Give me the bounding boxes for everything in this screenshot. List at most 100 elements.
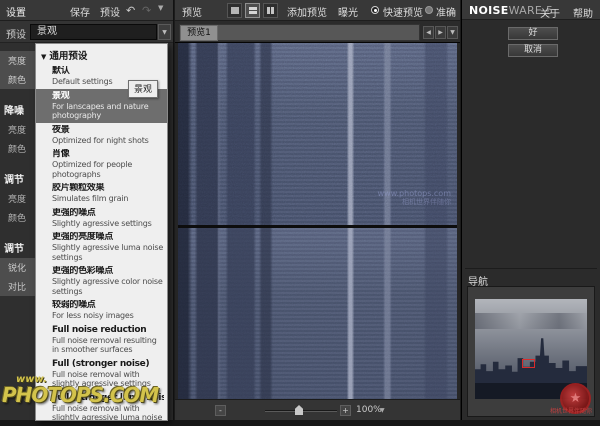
accurate-label[interactable]: 准确 [436,4,456,19]
preset-item[interactable]: 更强的亮度噪点Slightly agressive luma noise set… [36,230,167,264]
preset-item-title: 肖像 [52,149,164,160]
zoom-out-button[interactable]: - [215,405,226,416]
sidebar-slider-label: 亮度 [0,120,35,139]
preset-item-title: 较弱的噪点 [52,300,164,311]
quick-preview-label[interactable]: 快速预览 [383,4,423,19]
preset-item-title: 默认 [52,66,164,77]
help-button[interactable]: 帮助 [573,5,593,20]
photo-watermark: www.photops.com 相机世界伴随你 [378,189,451,207]
settings-title: 设置 [6,4,26,19]
preview-image-filtered[interactable] [178,228,457,399]
preset-item-desc: For less noisy images [52,311,164,321]
sidebar-slider-label: 颜色 [0,139,35,158]
single-view-button[interactable] [227,3,242,18]
preview-image-original[interactable]: www.photops.com 相机世界伴随你 [178,43,457,225]
preview-title: 预览 [182,4,202,19]
preset-item[interactable]: 肖像Optimized for people photographs [36,147,167,181]
preview-area: www.photops.com 相机世界伴随你 [178,43,457,399]
preset-item-title: 胶片颗粒效果 [52,183,164,194]
preset-item[interactable]: 胶片颗粒效果Simulates film grain [36,181,167,206]
exposure-button[interactable]: 曝光 [338,4,358,19]
presets-menu-button[interactable]: 预设 [100,4,120,19]
tab-prev-button[interactable]: ◀ [423,26,434,39]
logo-caption: 相机世界伴随你 [550,406,592,415]
tab-preview1[interactable]: 预览1 [180,25,218,41]
preview-toolbar: 预览 添加预览 曝光 快速预览 准确 [175,0,460,21]
preset-combobox-button[interactable]: ▼ [158,24,171,40]
preset-item-desc: Slightly agressive luma noise settings [52,243,164,262]
vertical-split-view-button[interactable] [263,3,278,18]
preset-label: 预设 [6,26,26,41]
sidebar-slider-label: 颜色 [0,70,35,89]
collapse-triangle-icon: ▼ [41,53,46,61]
preset-item-desc: Simulates film grain [52,194,164,204]
sidebar-slider-label: 锐化 [0,258,35,277]
single-view-icon [231,7,239,14]
redo-icon[interactable]: ↷ [142,4,151,17]
zoom-in-button[interactable]: + [340,405,351,416]
preset-item-title: 更强的噪点 [52,208,164,219]
sidebar-slider-label: 亮度 [0,51,35,70]
preset-group-header[interactable]: ▼通用预设 [36,44,167,64]
preset-item[interactable]: 夜景Optimized for night shots [36,123,167,148]
zoom-level-value[interactable]: 100% [356,405,382,415]
panel-divider [465,268,597,269]
tab-menu-button[interactable]: ▼ [447,26,458,39]
photops-watermark: www. PHOTOPS.COM [2,375,158,405]
preset-item-desc: Optimized for night shots [52,136,164,146]
save-button[interactable]: 保存 [70,4,90,19]
preset-dropdown-menu: ▼通用预设 默认Default settings景观For lanscapes … [35,43,168,421]
preset-item-desc: Optimized for people photographs [52,160,164,179]
thumbnail-clouds [475,313,587,329]
preset-item[interactable]: 更强的噪点Slightly agressive settings [36,206,167,231]
zoom-bar: - + 100% ▼ [175,399,460,420]
horizontal-split-view-button[interactable] [245,3,260,18]
preset-item-desc: Full noise removal resulting in smoother… [52,336,164,355]
hsplit-icon-2 [249,11,257,14]
zoom-slider-thumb[interactable] [295,405,303,415]
adjustment-sidebar: 亮度颜色降噪亮度颜色调节亮度颜色调节锐化对比 [0,43,35,414]
preset-combobox[interactable]: 景观 [30,24,157,40]
ok-button[interactable]: 好 [508,27,558,40]
preset-item-desc: Slightly agressive settings [52,219,164,229]
app-header: NOISEWARE 5 关于 帮助 [462,0,600,20]
preset-item-title: 更强的亮度噪点 [52,232,164,243]
preview-panel: 预览 添加预览 曝光 快速预览 准确 预览1 ◀ ▶ ▼ [175,0,460,420]
preset-item-title: 更强的色彩噪点 [52,266,164,277]
settings-toolbar: 设置 保存 预设 ↶ ↷ ▼ [0,0,173,21]
accurate-radio[interactable] [425,6,433,14]
tab-next-button[interactable]: ▶ [435,26,446,39]
add-preview-button[interactable]: 添加预览 [287,4,327,19]
vsplit-icon-2 [271,7,274,14]
vsplit-icon [267,7,270,14]
undo-icon[interactable]: ↶ [126,4,135,17]
preset-tooltip: 景观 [128,80,158,98]
sidebar-slider-label: 亮度 [0,189,35,208]
sidebar-slider-label: 颜色 [0,208,35,227]
preset-item-title: Full (stronger noise) [52,359,164,370]
preset-item[interactable]: Full noise reductionFull noise removal r… [36,323,167,357]
preset-item[interactable]: 较弱的噪点For less noisy images [36,298,167,323]
noiseware-window: 设置 保存 预设 ↶ ↷ ▼ 预设 景观 ▼ 亮度颜色降噪亮度颜色调节亮度颜色调… [0,0,600,426]
hsplit-icon [249,7,257,10]
noise-grain-overlay-2 [178,228,457,399]
sidebar-section-header[interactable]: 调节 [0,235,35,258]
sidebar-section-header[interactable]: 降噪 [0,97,35,120]
navigator-frame: ★ 相机世界伴随你 [467,286,595,417]
preset-item-desc: For lanscapes and nature photography [52,102,164,121]
preset-item[interactable]: 更强的色彩噪点Slightly agressive color noise se… [36,264,167,298]
preset-item-desc: Slightly agressive color noise settings [52,277,164,296]
sidebar-section-header[interactable]: 调节 [0,166,35,189]
navigator-view-marker[interactable] [522,359,535,368]
about-button[interactable]: 关于 [540,5,560,20]
app-panel: NOISEWARE 5 关于 帮助 好 取消 导航 ★ 相机世界伴随你 [461,0,600,420]
toolbar-caret-icon[interactable]: ▼ [158,4,163,12]
zoom-level-caret-icon[interactable]: ▼ [380,407,385,414]
cancel-button[interactable]: 取消 [508,44,558,57]
preview-tab-bar: 预览1 ◀ ▶ ▼ [175,21,460,43]
preset-list: 默认Default settings景观For lanscapes and na… [36,64,167,421]
quick-preview-radio[interactable] [371,6,379,14]
preset-item-title: Full noise reduction [52,325,164,336]
sidebar-slider-label: 对比 [0,277,35,296]
preset-row: 预设 景观 ▼ [0,21,173,43]
